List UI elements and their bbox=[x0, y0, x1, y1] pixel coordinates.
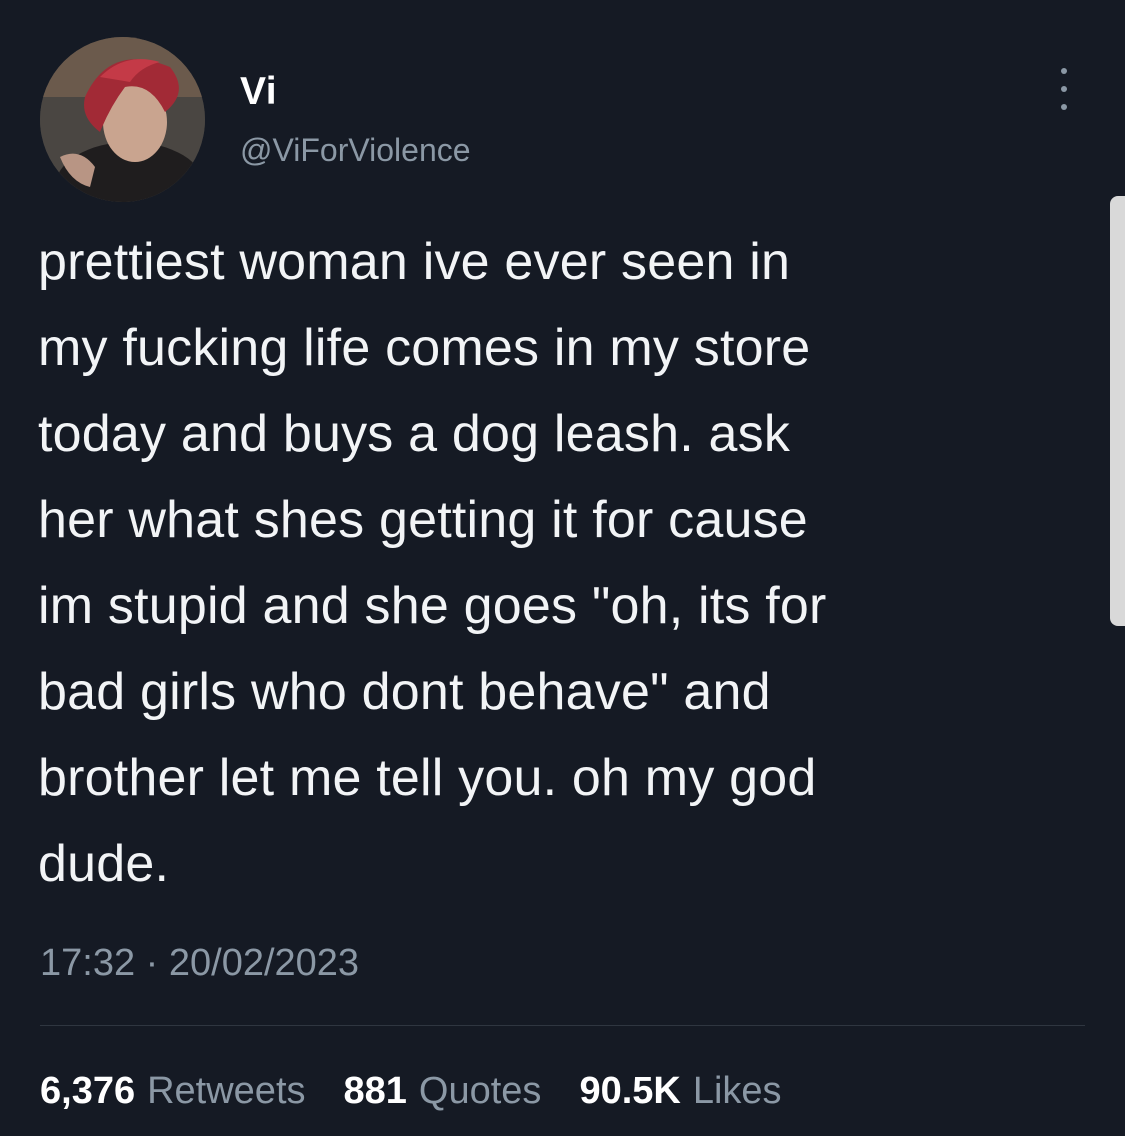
retweets-stat[interactable]: 6,376 Retweets bbox=[40, 1070, 306, 1113]
scrollbar[interactable] bbox=[1110, 196, 1125, 626]
avatar[interactable] bbox=[40, 37, 205, 202]
more-dot-icon bbox=[1061, 68, 1067, 74]
likes-label: Likes bbox=[692, 1070, 782, 1112]
retweets-count: 6,376 bbox=[40, 1070, 136, 1112]
more-dot-icon bbox=[1061, 104, 1067, 110]
display-name[interactable]: Vi bbox=[240, 70, 277, 114]
quotes-count: 881 bbox=[343, 1070, 407, 1112]
tweet-timestamp[interactable]: 17:32 · 20/02/2023 bbox=[40, 942, 359, 985]
tweet-text: prettiest woman ive ever seen in my fuck… bbox=[38, 233, 827, 893]
tweet-card: Vi @ViForViolence prettiest woman ive ev… bbox=[0, 0, 1125, 1136]
likes-count: 90.5K bbox=[579, 1070, 681, 1112]
retweets-label: Retweets bbox=[147, 1070, 306, 1112]
user-handle[interactable]: @ViForViolence bbox=[240, 132, 471, 169]
engagement-stats: 6,376 Retweets 881 Quotes 90.5K Likes bbox=[40, 1070, 820, 1113]
divider bbox=[40, 1025, 1085, 1026]
quotes-label: Quotes bbox=[418, 1070, 542, 1112]
more-dot-icon bbox=[1061, 86, 1067, 92]
more-options-button[interactable] bbox=[1046, 64, 1082, 114]
likes-stat[interactable]: 90.5K Likes bbox=[579, 1070, 781, 1113]
quotes-stat[interactable]: 881 Quotes bbox=[344, 1070, 542, 1113]
